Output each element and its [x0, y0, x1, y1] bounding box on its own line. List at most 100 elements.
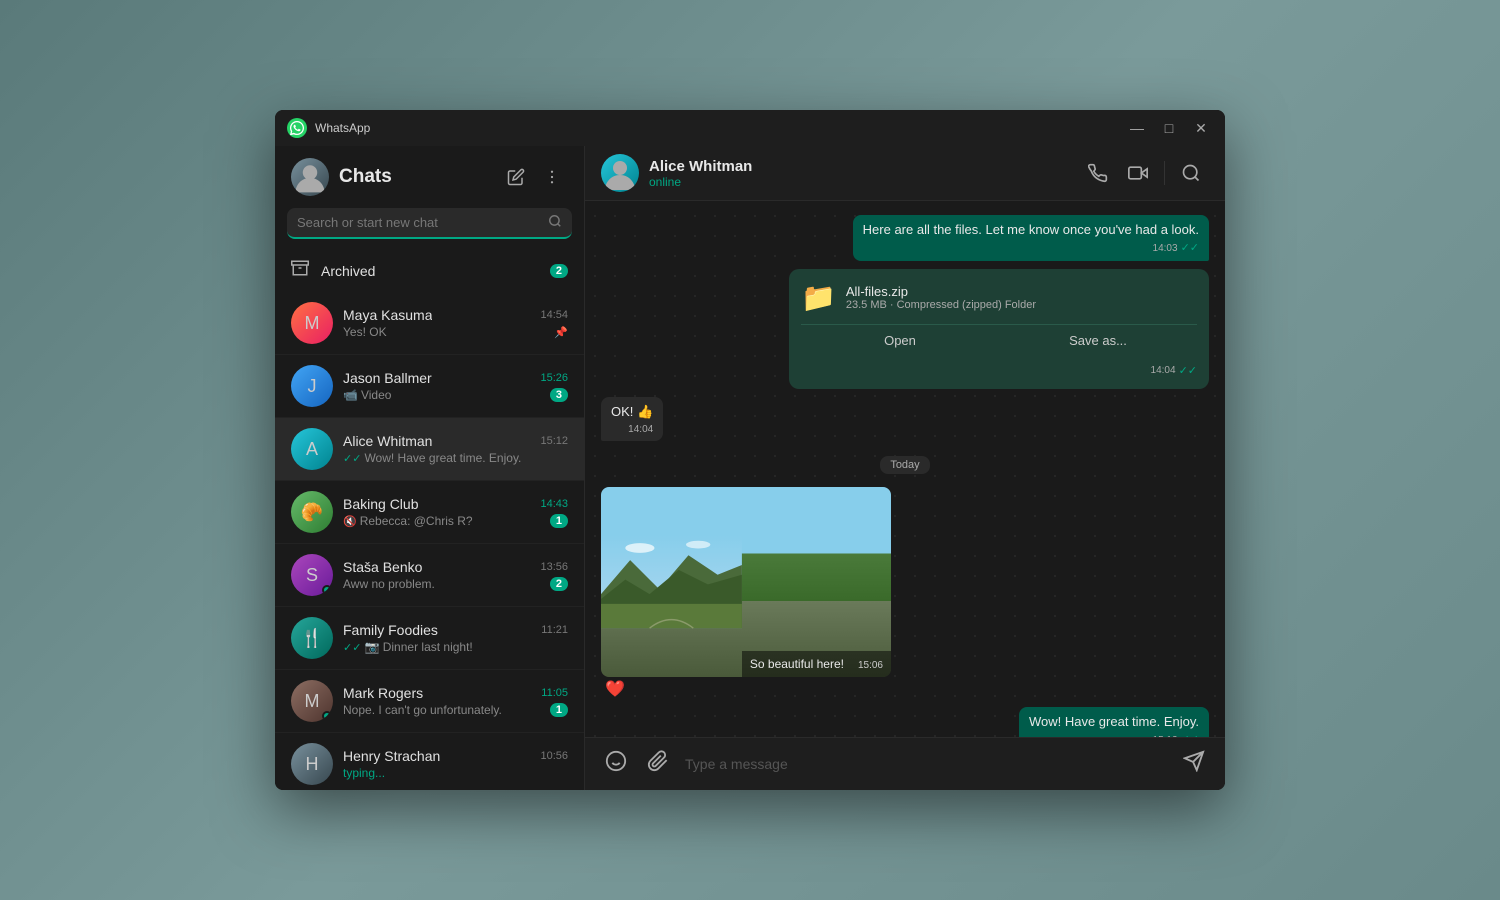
image-caption-bar: So beautiful here! 15:06	[742, 651, 891, 677]
voice-call-button[interactable]	[1080, 155, 1116, 191]
chat-right-baking: 1	[550, 514, 568, 528]
chat-time-maya: 14:54	[540, 309, 568, 321]
avatar-stasa: S	[291, 554, 333, 596]
emoji-button[interactable]	[601, 746, 631, 782]
chat-right-maya: 📌	[554, 326, 568, 339]
chat-name-henry: Henry Strachan	[343, 748, 440, 764]
chat-item-mark[interactable]: M Mark Rogers 11:05 Nope. I can't go unf…	[275, 670, 584, 733]
chat-name-row-alice: Alice Whitman 15:12	[343, 433, 568, 449]
app-title: WhatsApp	[315, 121, 370, 135]
close-button[interactable]: ✕	[1189, 116, 1213, 140]
chat-item-jason[interactable]: J Jason Ballmer 15:26 📹 Video 3	[275, 355, 584, 418]
contact-status: online	[649, 175, 1070, 189]
chat-preview-row-maya: Yes! OK 📌	[343, 325, 568, 339]
typing-indicator-henry: typing...	[343, 766, 568, 780]
chat-time-henry: 10:56	[540, 750, 568, 762]
search-input-wrap	[287, 208, 572, 239]
chat-info-jason: Jason Ballmer 15:26 📹 Video 3	[343, 370, 568, 402]
bubble-time-sent-1: 14:03	[1153, 242, 1178, 256]
chat-header-info: Alice Whitman online	[649, 158, 1070, 189]
open-file-button[interactable]: Open	[801, 325, 999, 356]
chat-item-henry[interactable]: H Henry Strachan 10:56 typing...	[275, 733, 584, 790]
search-input[interactable]	[297, 215, 540, 230]
chat-name-row-mark: Mark Rogers 11:05	[343, 685, 568, 701]
search-bar	[275, 204, 584, 249]
chat-header-avatar[interactable]	[601, 154, 639, 192]
message-input[interactable]	[685, 756, 1167, 772]
archived-label: Archived	[321, 263, 538, 279]
chat-preview-jason: 📹 Video	[343, 388, 550, 402]
messages-area: Here are all the files. Let me know once…	[585, 201, 1225, 737]
search-chat-button[interactable]	[1173, 155, 1209, 191]
chat-info-mark: Mark Rogers 11:05 Nope. I can't go unfor…	[343, 685, 568, 717]
maximize-button[interactable]: □	[1157, 116, 1181, 140]
avatar-initials-alice: A	[291, 428, 333, 470]
chat-name-baking: Baking Club	[343, 496, 419, 512]
bubble-received-1: OK! 👍 14:04	[601, 397, 663, 441]
chat-preview-row-stasa: Aww no problem. 2	[343, 577, 568, 591]
video-preview-icon: 📹	[343, 388, 358, 402]
send-button[interactable]	[1179, 746, 1209, 782]
double-check-icon-family: ✓✓	[343, 641, 361, 654]
chat-time-jason: 15:26	[540, 372, 568, 384]
minimize-button[interactable]: —	[1125, 116, 1149, 140]
attach-button[interactable]	[643, 746, 673, 782]
avatar-alice: A	[291, 428, 333, 470]
chat-name-family: Family Foodies	[343, 622, 438, 638]
compose-button[interactable]	[500, 161, 532, 193]
chat-preview-mark: Nope. I can't go unfortunately.	[343, 703, 550, 717]
msg-row-image: So beautiful here! 15:06 ❤️	[601, 487, 1209, 699]
badge-jason: 3	[550, 388, 568, 402]
avatar-initials-family: 🍴	[291, 617, 333, 659]
chat-item-maya[interactable]: M Maya Kasuma 14:54 Yes! OK 📌	[275, 292, 584, 355]
chat-preview-row-alice: ✓✓ Wow! Have great time. Enjoy.	[343, 451, 568, 465]
file-size: 23.5 MB · Compressed (zipped) Folder	[846, 299, 1036, 311]
chat-info-family: Family Foodies 11:21 ✓✓ 📷 Dinner last ni…	[343, 622, 568, 654]
msg-row-sent-2: Wow! Have great time. Enjoy. 15:12 ✓✓	[601, 707, 1209, 737]
chat-item-baking[interactable]: 🥐 Baking Club 14:43 🔇 Rebecca: @Chris R?	[275, 481, 584, 544]
chat-time-alice: 15:12	[540, 435, 568, 447]
chat-name-row-henry: Henry Strachan 10:56	[343, 748, 568, 764]
file-folder-icon: 📁	[801, 281, 836, 314]
chat-name-row-jason: Jason Ballmer 15:26	[343, 370, 568, 386]
chat-header-actions	[1080, 155, 1209, 191]
avatar-mark: M	[291, 680, 333, 722]
video-call-button[interactable]	[1120, 155, 1156, 191]
archived-icon	[291, 259, 309, 282]
contact-name: Alice Whitman	[649, 158, 1070, 175]
chat-item-family[interactable]: 🍴 Family Foodies 11:21 ✓✓ 📷 Dinner last …	[275, 607, 584, 670]
chat-time-baking: 14:43	[540, 498, 568, 510]
chat-name-row-family: Family Foodies 11:21	[343, 622, 568, 638]
sidebar-title: Chats	[339, 166, 490, 188]
avatar-jason: J	[291, 365, 333, 407]
chat-name-maya: Maya Kasuma	[343, 307, 432, 323]
image-caption-text: So beautiful here!	[750, 657, 844, 671]
chat-info-alice: Alice Whitman 15:12 ✓✓ Wow! Have great t…	[343, 433, 568, 465]
chat-preview-family: ✓✓ 📷 Dinner last night!	[343, 640, 568, 654]
chat-info-baking: Baking Club 14:43 🔇 Rebecca: @Chris R? 1	[343, 496, 568, 528]
image-placeholder: So beautiful here! 15:06	[601, 487, 891, 677]
title-bar: WhatsApp — □ ✕	[275, 110, 1225, 146]
sidebar-actions	[500, 161, 568, 193]
avatar-henry: H	[291, 743, 333, 785]
user-avatar[interactable]	[291, 158, 329, 196]
chat-name-stasa: Staša Benko	[343, 559, 422, 575]
input-area	[585, 737, 1225, 790]
file-bubble-meta: 14:04 ✓✓	[801, 358, 1197, 377]
header-divider	[1164, 161, 1165, 185]
title-bar-controls: — □ ✕	[1125, 116, 1213, 140]
image-bubble[interactable]: So beautiful here! 15:06	[601, 487, 891, 677]
chat-name-row-baking: Baking Club 14:43	[343, 496, 568, 512]
msg-row-received-1: OK! 👍 14:04	[601, 397, 1209, 441]
chat-item-stasa[interactable]: S Staša Benko 13:56 Aww no problem. 2	[275, 544, 584, 607]
save-as-button[interactable]: Save as...	[999, 325, 1197, 356]
chat-item-alice[interactable]: A Alice Whitman 15:12 ✓✓ Wow! Have great…	[275, 418, 584, 481]
chat-info-henry: Henry Strachan 10:56 typing...	[343, 748, 568, 780]
archived-badge: 2	[550, 264, 568, 278]
chat-preview-row-family: ✓✓ 📷 Dinner last night!	[343, 640, 568, 654]
menu-button[interactable]	[536, 161, 568, 193]
bubble-sent-2: Wow! Have great time. Enjoy. 15:12 ✓✓	[1019, 707, 1209, 737]
archived-row[interactable]: Archived 2	[275, 249, 584, 292]
date-label-today: Today	[880, 456, 929, 474]
bubble-time-received-1: 14:04	[628, 423, 653, 437]
